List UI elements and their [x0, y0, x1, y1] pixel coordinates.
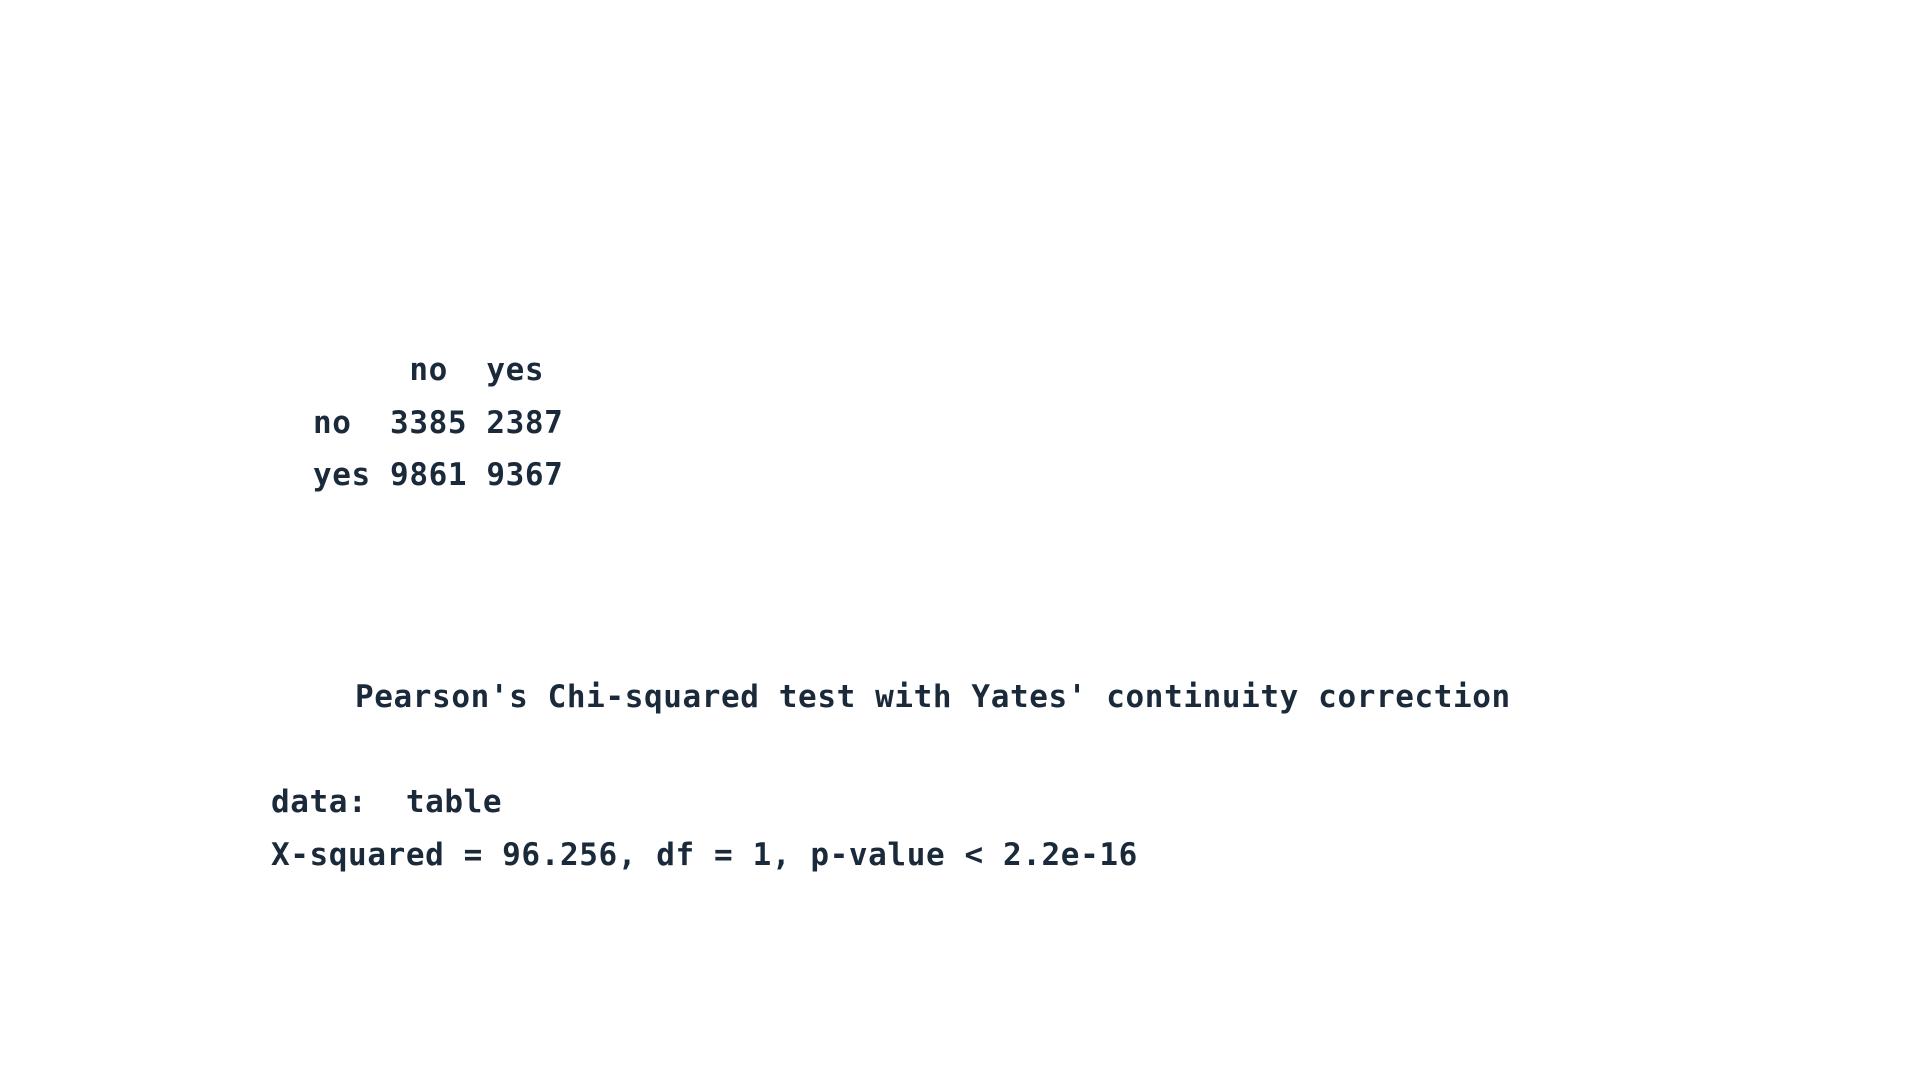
test-statistics-line: X-squared = 96.256, df = 1, p-value < 2.… [271, 837, 1138, 873]
contingency-table-row-no: no 3385 2387 [313, 405, 564, 441]
contingency-table-header: no yes [313, 352, 545, 388]
contingency-table-row-yes: yes 9861 9367 [313, 457, 564, 493]
console-output: no yes no 3385 2387 yes 9861 9367 Pearso… [0, 0, 1920, 1080]
test-title: Pearson's Chi-squared test with Yates' c… [355, 679, 1511, 715]
test-data-line: data: table [271, 784, 503, 820]
